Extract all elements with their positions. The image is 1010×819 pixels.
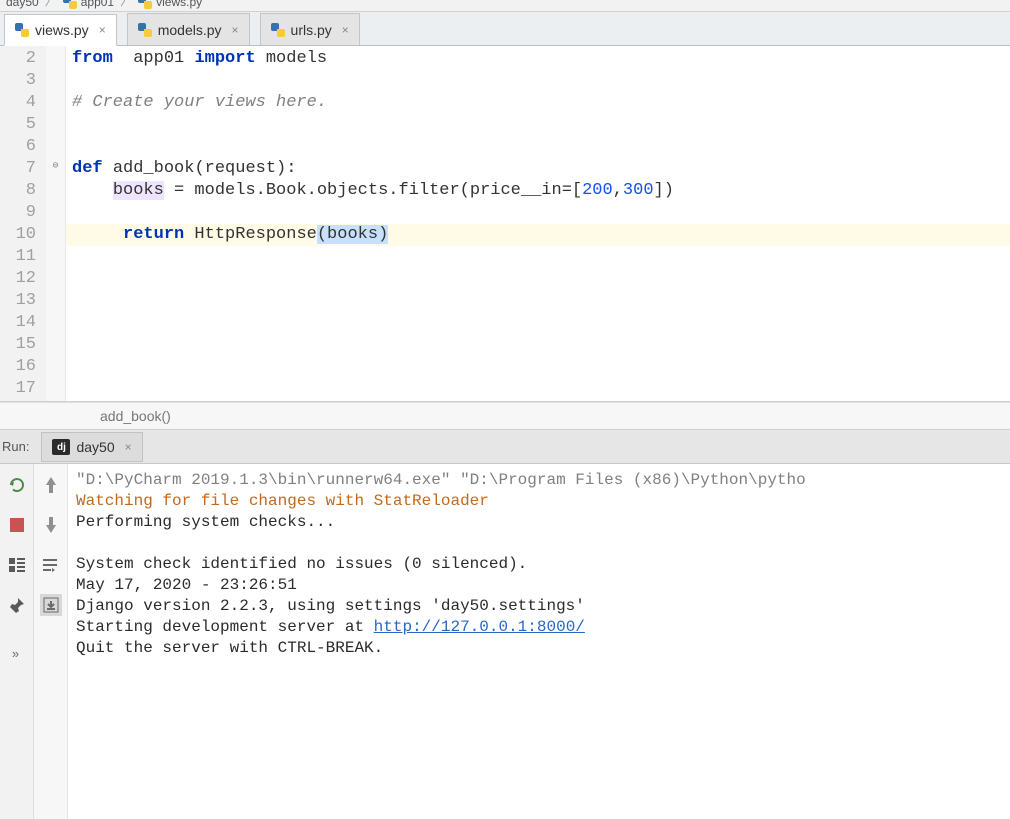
editor-tab-models-py[interactable]: models.py × — [127, 13, 250, 45]
code-line[interactable] — [66, 356, 1010, 378]
breadcrumb-project[interactable]: day50 — [6, 0, 39, 9]
python-icon — [138, 23, 152, 37]
soft-wrap-button[interactable] — [40, 554, 62, 576]
code-line[interactable] — [66, 136, 1010, 158]
breadcrumb-sep-icon: 〉 — [120, 0, 132, 9]
editor-tab-label: models.py — [158, 22, 222, 38]
code-line[interactable] — [66, 312, 1010, 334]
line-number-gutter: 23456789101112131415161718192021 — [0, 46, 46, 401]
up-arrow-button[interactable] — [40, 474, 62, 496]
code-line[interactable] — [66, 70, 1010, 92]
breadcrumb-sep-icon: 〉 — [45, 0, 57, 9]
breadcrumb-package[interactable]: app01 — [63, 0, 114, 9]
breadcrumb-file[interactable]: views.py — [138, 0, 202, 9]
code-line[interactable] — [66, 290, 1010, 312]
console-output[interactable]: "D:\PyCharm 2019.1.3\bin\runnerw64.exe" … — [68, 464, 1010, 819]
django-icon: dj — [52, 439, 70, 455]
code-line[interactable]: from app01 import models — [66, 48, 1010, 70]
code-line[interactable] — [66, 202, 1010, 224]
breadcrumb-file-label: views.py — [156, 0, 202, 9]
code-line[interactable] — [66, 246, 1010, 268]
code-line[interactable]: # Create your views here. — [66, 92, 1010, 114]
editor-tab-urls-py[interactable]: urls.py × — [260, 13, 360, 45]
python-icon — [15, 23, 29, 37]
stop-button[interactable] — [6, 514, 28, 536]
run-left-toolbar: » — [0, 464, 34, 819]
code-line[interactable]: return HttpResponse(books) — [66, 224, 1010, 246]
down-arrow-button[interactable] — [40, 514, 62, 536]
breadcrumb: day50 〉 app01 〉 views.py — [0, 0, 1010, 12]
code-line[interactable] — [66, 378, 1010, 400]
run-mid-toolbar — [34, 464, 68, 819]
close-icon[interactable]: × — [342, 23, 349, 37]
editor-tabbar: views.py × models.py × urls.py × — [0, 12, 1010, 46]
editor-text[interactable]: from app01 import models # Create your v… — [66, 46, 1010, 401]
editor-breadcrumb[interactable]: add_book() — [0, 402, 1010, 430]
python-icon — [138, 0, 152, 9]
editor-tab-label: urls.py — [291, 22, 332, 38]
code-line[interactable] — [66, 268, 1010, 290]
layout-button[interactable] — [6, 554, 28, 576]
close-icon[interactable]: × — [232, 23, 239, 37]
close-icon[interactable]: × — [99, 23, 106, 37]
code-line[interactable]: def add_book(request): — [66, 158, 1010, 180]
python-icon — [271, 23, 285, 37]
editor-tab-views-py[interactable]: views.py × — [4, 14, 117, 46]
rerun-button[interactable] — [6, 474, 28, 496]
code-line[interactable] — [66, 114, 1010, 136]
code-line[interactable] — [66, 334, 1010, 356]
fold-gutter: ⊖ — [46, 46, 66, 401]
python-icon — [63, 0, 77, 9]
server-url-link[interactable]: http://127.0.0.1:8000/ — [374, 618, 585, 636]
editor-breadcrumb-label: add_book() — [100, 408, 171, 424]
code-line[interactable]: books = models.Book.objects.filter(price… — [66, 180, 1010, 202]
run-label: Run: — [2, 439, 29, 454]
more-button[interactable]: » — [6, 642, 28, 664]
close-icon[interactable]: × — [125, 440, 132, 454]
scroll-end-button[interactable] — [40, 594, 62, 616]
run-header: Run: dj day50 × — [0, 430, 1010, 464]
pin-button[interactable] — [6, 594, 28, 616]
breadcrumb-package-label: app01 — [81, 0, 114, 9]
run-config-name: day50 — [76, 439, 114, 455]
editor[interactable]: 23456789101112131415161718192021 ⊖ from … — [0, 46, 1010, 402]
run-panel: » "D:\PyCharm 2019.1.3\bin\runnerw64.exe… — [0, 464, 1010, 819]
editor-tab-label: views.py — [35, 22, 89, 38]
run-config-tab[interactable]: dj day50 × — [41, 432, 142, 462]
